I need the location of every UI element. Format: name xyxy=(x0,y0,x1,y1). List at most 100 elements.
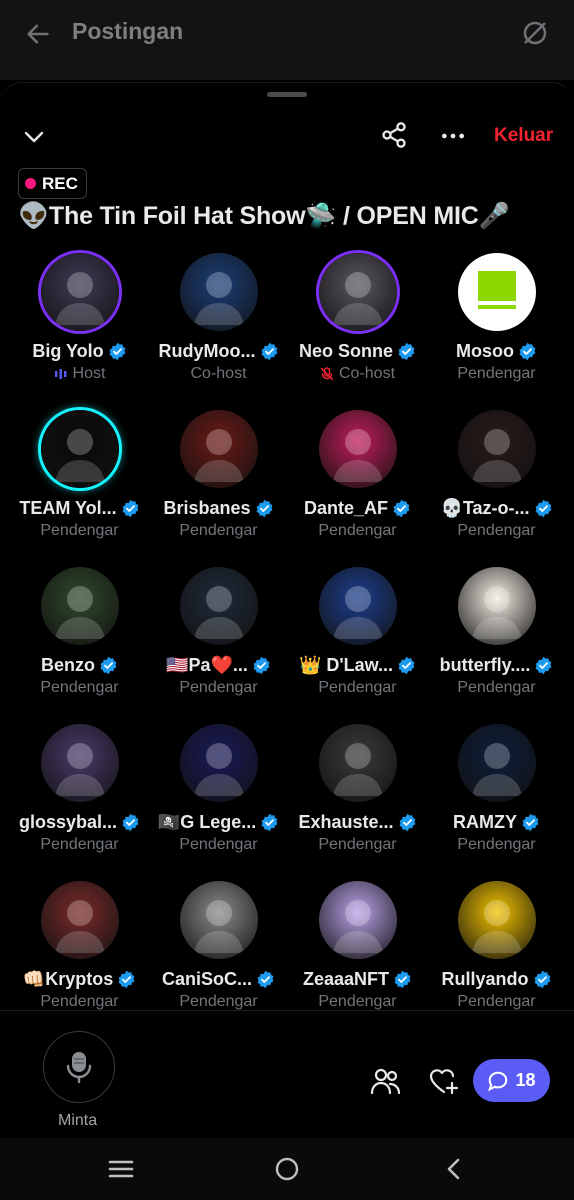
participant[interactable]: 👊🏻Kryptos Pendengar xyxy=(10,881,149,1038)
role-row: Pendengar xyxy=(40,679,118,697)
verified-badge-icon xyxy=(122,813,139,832)
role-row: Pendengar xyxy=(457,836,535,854)
participant[interactable]: Neo Sonne Co-host xyxy=(288,253,427,410)
participant[interactable]: Rullyando Pendengar xyxy=(427,881,566,1038)
muted-mic-icon xyxy=(320,367,334,381)
name-row: TEAM Yol... xyxy=(19,498,139,519)
participant[interactable]: glossybal... Pendengar xyxy=(10,724,149,881)
avatar xyxy=(40,253,119,331)
participant-role: Pendengar xyxy=(318,679,397,696)
participant[interactable]: RAMZY Pendengar xyxy=(427,724,566,881)
participant[interactable]: TEAM Yol... Pendengar xyxy=(10,410,149,567)
role-row: Pendengar xyxy=(318,679,396,697)
back-icon[interactable] xyxy=(443,1157,463,1181)
chevron-down-icon[interactable] xyxy=(22,125,46,149)
participant[interactable]: Big Yolo Host xyxy=(10,253,149,410)
more-options-icon[interactable] xyxy=(440,123,466,149)
participant-role: Pendengar xyxy=(457,522,536,539)
participant[interactable]: 🏴‍☠️G Lege... Pendengar xyxy=(149,724,288,881)
avatar xyxy=(457,881,536,959)
name-row: Neo Sonne xyxy=(299,341,416,362)
verified-badge-icon xyxy=(535,499,551,518)
name-row: 💀Taz-o-... xyxy=(440,498,552,519)
role-row: Co-host xyxy=(320,365,395,383)
participant-role: Pendengar xyxy=(179,679,258,696)
request-mic-button[interactable] xyxy=(43,1031,115,1103)
avatar xyxy=(457,567,536,645)
role-row: Pendengar xyxy=(318,993,396,1011)
participant-role: Pendengar xyxy=(179,836,258,853)
verified-badge-icon xyxy=(394,970,411,989)
avatar xyxy=(318,881,397,959)
participant-role: Host xyxy=(72,365,106,382)
participants-grid: Big Yolo Host RudyMoo... Co-host Neo Sonne Co… xyxy=(10,253,566,1038)
participant-role: Pendengar xyxy=(40,836,119,853)
participant[interactable]: 🇺🇸Pa❤️... Pendengar xyxy=(149,567,288,724)
participant[interactable]: 💀Taz-o-... Pendengar xyxy=(427,410,566,567)
participant[interactable]: ZeaaaNFT Pendengar xyxy=(288,881,427,1038)
avatar xyxy=(318,724,397,802)
name-row: Big Yolo xyxy=(32,341,126,362)
participant[interactable]: Dante_AF Pendengar xyxy=(288,410,427,567)
role-row: Pendengar xyxy=(457,993,535,1011)
participant[interactable]: 👑 D'Law... Pendengar xyxy=(288,567,427,724)
participant[interactable]: Benzo Pendengar xyxy=(10,567,149,724)
participant-name: Mosoo xyxy=(456,341,514,361)
avatar xyxy=(318,410,397,488)
verified-badge-icon xyxy=(261,342,277,361)
participant-name: CaniSoC... xyxy=(161,969,252,989)
microphone-icon xyxy=(66,1052,92,1084)
hide-icon[interactable] xyxy=(520,18,550,48)
name-row: 🏴‍☠️G Lege... xyxy=(158,812,279,833)
back-arrow-icon[interactable] xyxy=(24,20,52,48)
participant-role: Pendengar xyxy=(318,836,397,853)
name-row: Dante_AF xyxy=(304,498,411,519)
verified-badge-icon xyxy=(398,342,415,361)
avatar xyxy=(457,253,536,331)
bottom-divider xyxy=(0,1010,574,1011)
home-icon[interactable] xyxy=(275,1157,299,1181)
participant-name: ZeaaaNFT xyxy=(302,969,390,989)
verified-badge-icon xyxy=(519,342,536,361)
share-icon[interactable] xyxy=(380,121,408,149)
participant-name: Big Yolo xyxy=(32,341,104,361)
participant-role: Pendengar xyxy=(318,522,397,539)
avatar xyxy=(40,567,119,645)
role-row: Pendengar xyxy=(179,679,257,697)
participant[interactable]: RudyMoo... Co-host xyxy=(149,253,288,410)
chat-button[interactable]: 18 xyxy=(473,1059,550,1102)
participant-role: Pendengar xyxy=(40,993,119,1010)
role-row: Pendengar xyxy=(318,836,396,854)
participant-name: Dante_AF xyxy=(303,498,388,518)
avatar xyxy=(179,410,258,488)
drag-handle[interactable] xyxy=(267,92,307,97)
leave-button[interactable]: Keluar xyxy=(494,125,553,147)
role-row: Pendengar xyxy=(40,522,118,540)
role-row: Pendengar xyxy=(179,522,257,540)
system-nav-bar xyxy=(0,1138,574,1200)
heart-plus-icon[interactable] xyxy=(428,1066,460,1096)
name-row: 👊🏻Kryptos xyxy=(23,969,136,990)
name-row: glossybal... xyxy=(19,812,140,833)
participant-role: Co-host xyxy=(190,365,247,382)
name-row: 👑 D'Law... xyxy=(299,655,416,676)
avatar xyxy=(179,881,258,959)
participant[interactable]: CaniSoC... Pendengar xyxy=(149,881,288,1038)
participant[interactable]: butterfly.... Pendengar xyxy=(427,567,566,724)
participant[interactable]: Mosoo Pendengar xyxy=(427,253,566,410)
chat-count: 18 xyxy=(515,1070,536,1090)
verified-badge-icon xyxy=(393,499,410,518)
participant-role: Pendengar xyxy=(457,836,536,853)
participant[interactable]: Brisbanes Pendengar xyxy=(149,410,288,567)
avatar xyxy=(40,410,119,488)
participant-name: RAMZY xyxy=(453,812,517,832)
participant[interactable]: Exhauste... Pendengar xyxy=(288,724,427,881)
recent-apps-icon[interactable] xyxy=(108,1158,134,1180)
name-row: Benzo xyxy=(41,655,118,676)
participant-name: Brisbanes xyxy=(163,498,251,518)
request-mic-label: Minta xyxy=(58,1112,98,1129)
people-icon[interactable] xyxy=(370,1066,402,1096)
participant-name: butterfly.... xyxy=(439,655,531,675)
verified-badge-icon xyxy=(398,656,415,675)
participant-role: Pendengar xyxy=(40,679,119,696)
